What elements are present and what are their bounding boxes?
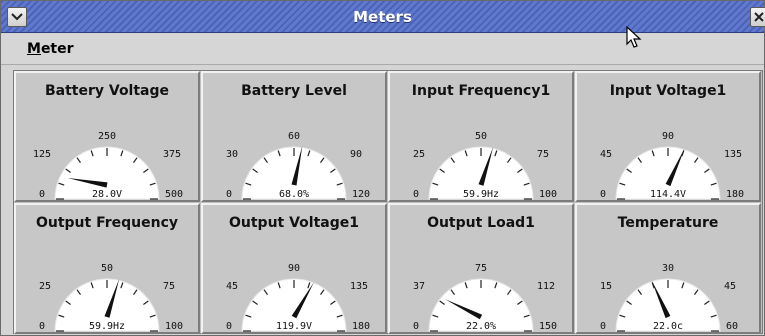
gauge-scale-label: 30 [662, 263, 674, 274]
meter-panel: Battery Level 0 30 60 90 120 68.0% [201, 71, 387, 202]
gauge-scale-label: 60 [726, 321, 738, 332]
meter-title: Input Voltage1 [609, 83, 727, 99]
gauge-scale-label: 90 [662, 131, 674, 142]
gauge-readout: 119.9V [276, 321, 312, 332]
meter-panel: Temperature 0 15 30 45 60 22.0c [575, 203, 761, 334]
gauge-scale-label: 125 [33, 149, 51, 160]
gauge-dial: 0 45 90 135 180 119.9V [226, 263, 370, 332]
gauge-readout: 114.4V [650, 189, 686, 200]
meter-title: Battery Voltage [44, 83, 170, 99]
gauge-scale-label: 500 [165, 189, 183, 200]
title-bar[interactable]: Meters [1, 1, 765, 33]
gauge-scale-label: 45 [226, 281, 238, 292]
gauge-scale-label: 25 [39, 281, 51, 292]
meter-panel: Input Voltage1 0 45 90 135 180 114.4V [575, 71, 761, 202]
menu-meter-mnemonic: M [27, 41, 41, 57]
gauge-scale-label: 180 [352, 321, 370, 332]
gauge-dial: 0 25 50 75 100 59.9Hz [39, 263, 183, 332]
meter-title: Temperature [617, 215, 719, 231]
gauge-scale-label: 100 [165, 321, 183, 332]
gauge-scale-label: 90 [288, 263, 300, 274]
gauge-scale-label: 0 [600, 189, 606, 200]
gauge-scale-label: 60 [288, 131, 300, 142]
gauge-scale-label: 100 [539, 189, 557, 200]
meter-panel: Output Frequency 0 25 50 75 100 59.9Hz [14, 203, 200, 334]
gauge-scale-label: 180 [726, 189, 744, 200]
gauge-scale-label: 0 [226, 189, 232, 200]
gauge-scale-label: 75 [475, 263, 487, 274]
meter-grid: Battery Voltage 0 125 250 375 500 28.0V Battery… [13, 70, 763, 334]
gauge-readout: 68.0% [279, 189, 309, 200]
meter-panel: Battery Voltage 0 125 250 375 500 28.0V [14, 71, 200, 202]
gauge-scale-label: 0 [413, 321, 419, 332]
gauge-scale-label: 50 [475, 131, 487, 142]
gauge-dial: 0 125 250 375 500 28.0V [33, 131, 183, 200]
gauge-scale-label: 135 [724, 149, 742, 160]
gauge-dial: 0 37 75 112 150 22.0% [413, 263, 557, 332]
meter-title: Output Frequency [35, 215, 179, 231]
meter-title: Input Frequency1 [411, 83, 551, 99]
gauge-readout: 59.9Hz [463, 189, 499, 200]
menu-meter-label-rest: eter [40, 41, 74, 57]
gauge-dial: 0 25 50 75 100 59.9Hz [413, 131, 557, 200]
gauge-scale-label: 30 [226, 149, 238, 160]
gauge-scale-label: 250 [98, 131, 116, 142]
gauge-scale-label: 15 [600, 281, 612, 292]
gauge-scale-label: 112 [537, 281, 555, 292]
gauge-dial: 0 45 90 135 180 114.4V [600, 131, 744, 200]
meter-title: Output Load1 [427, 215, 535, 231]
mouse-pointer-icon [626, 26, 642, 48]
gauge-scale-label: 0 [39, 321, 45, 332]
menu-bar: Meter [1, 34, 764, 65]
gauge-scale-label: 75 [537, 149, 549, 160]
gauge-scale-label: 45 [600, 149, 612, 160]
gauge-scale-label: 45 [724, 281, 736, 292]
gauge-scale-label: 50 [101, 263, 113, 274]
menu-meter[interactable]: Meter [27, 41, 74, 57]
gauge-scale-label: 0 [413, 189, 419, 200]
meters-window: Meters Meter Battery Voltage 0 125 250 375 50… [0, 0, 765, 336]
gauge-scale-label: 0 [226, 321, 232, 332]
gauge-scale-label: 37 [413, 281, 425, 292]
gauge-scale-label: 75 [163, 281, 175, 292]
gauge-scale-label: 0 [600, 321, 606, 332]
gauge-readout: 28.0V [92, 189, 122, 200]
meter-title: Output Voltage1 [229, 215, 359, 231]
gauge-dial: 0 30 60 90 120 68.0% [226, 131, 370, 200]
window-title: Meters [353, 8, 412, 26]
meter-panel: Output Voltage1 0 45 90 135 180 119.9V [201, 203, 387, 334]
meter-panel: Input Frequency1 0 25 50 75 100 59.9Hz [388, 71, 574, 202]
gauge-scale-label: 120 [352, 189, 370, 200]
gauge-dial: 0 15 30 45 60 22.0c [600, 263, 738, 332]
gauge-scale-label: 135 [350, 281, 368, 292]
gauge-scale-label: 90 [350, 149, 362, 160]
meter-panel: Output Load1 0 37 75 112 150 22.0% [388, 203, 574, 334]
gauge-scale-label: 25 [413, 149, 425, 160]
close-icon [754, 12, 764, 22]
gauge-readout: 22.0% [466, 321, 496, 332]
meter-title: Battery Level [241, 83, 347, 99]
gauge-scale-label: 0 [39, 189, 45, 200]
gauge-scale-label: 375 [163, 149, 181, 160]
close-button[interactable] [750, 7, 765, 27]
gauge-readout: 59.9Hz [89, 321, 125, 332]
gauge-scale-label: 150 [539, 321, 557, 332]
gauge-readout: 22.0c [653, 321, 683, 332]
